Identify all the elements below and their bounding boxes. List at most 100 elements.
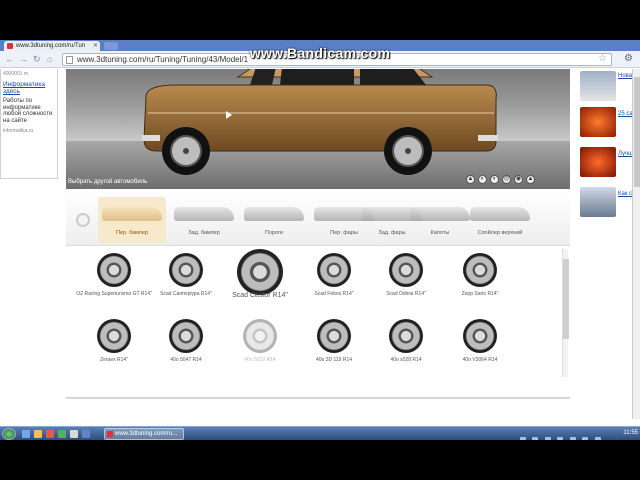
wheel-option-loading[interactable]: 40о 5019 R14 xyxy=(220,319,300,383)
wheel-option[interactable]: Scad Odinia R14" xyxy=(366,253,446,317)
wheel-option[interactable]: 40о V3064 R14 xyxy=(440,319,520,383)
wheel-option[interactable]: 40о 3D 119 R14 xyxy=(294,319,374,383)
wheel-thumbnail xyxy=(317,319,351,353)
car-illustration xyxy=(142,69,498,175)
wheel-label: Scad Febos R14" xyxy=(314,291,354,297)
parts-category-icon[interactable] xyxy=(76,213,90,227)
wheel-label: 40о х028 R14 xyxy=(390,357,422,363)
wheel-label: OZ Racing Superturismo GT R14" xyxy=(76,291,152,297)
chrome-icon[interactable] xyxy=(58,430,66,438)
wheel-option[interactable]: Scad Саппоріура R14" xyxy=(146,253,226,317)
wheel-thumbnail xyxy=(97,319,131,353)
news-thumbnail[interactable] xyxy=(580,107,616,137)
wheel-option[interactable]: 40о 5047 R14 xyxy=(146,319,226,383)
news-thumbnail[interactable] xyxy=(580,147,616,177)
taskbar-browser-task[interactable]: www.3dtuning.com/ru... xyxy=(104,428,184,440)
app-icon[interactable] xyxy=(82,430,90,438)
wheel-label: 40о 5047 R14 xyxy=(170,357,202,363)
wheel-thumbnail xyxy=(389,319,423,353)
wheel-option[interactable]: Zepp Sarts R14" xyxy=(440,253,520,317)
news-link[interactable]: Как с xyxy=(618,191,632,198)
wheel-thumbnail xyxy=(317,253,351,287)
ad-text: Работы по информатике любой сложности на… xyxy=(3,98,53,124)
part-rear-bumper[interactable]: Зад. бампер xyxy=(170,197,238,243)
news-link[interactable]: Лучш xyxy=(618,151,633,158)
task-title: www.3dtuning.com/ru... xyxy=(115,431,178,437)
news-thumbnail[interactable] xyxy=(580,71,616,101)
wheel-thumbnail xyxy=(463,253,497,287)
wheel-label: Scad Odinia R14" xyxy=(386,291,426,297)
start-button[interactable] xyxy=(2,428,16,440)
site-favicon-icon xyxy=(107,431,113,437)
view-control-button[interactable]: ◐ xyxy=(490,175,499,184)
view-control-button[interactable]: ▲ xyxy=(466,175,475,184)
view-control-button[interactable]: ▲ xyxy=(526,175,535,184)
explorer-icon[interactable] xyxy=(34,430,42,438)
wheel-label: Scad Castor R14" xyxy=(232,292,288,299)
left-ad-block: 4000001 m Информатика здесь Работы по ин… xyxy=(0,69,58,179)
part-label: Пер. бампер xyxy=(115,230,149,236)
view-control-button[interactable]: ◐ xyxy=(478,175,487,184)
windows-taskbar: www.3dtuning.com/ru... 11:55 xyxy=(0,426,640,440)
part-thumbnail xyxy=(410,207,470,221)
wheel-label: 40о V3064 R14 xyxy=(462,357,498,363)
wheel-label: Scad Саппоріура R14" xyxy=(160,291,212,297)
wheel-option[interactable]: Scad Febos R14" xyxy=(294,253,374,317)
part-label: Пороги xyxy=(264,230,284,236)
wheel-option[interactable]: Zeraex R14" xyxy=(74,319,154,383)
scrollbar-thumb[interactable] xyxy=(634,77,640,187)
wheel-thumbnail xyxy=(243,319,277,353)
choose-other-car-link[interactable]: Выбрать другой автомобиль xyxy=(68,179,147,185)
view-control-button[interactable]: ◉ xyxy=(514,175,523,184)
parts-selector-strip: Пер. бампер Зад. бампер Пороги Пер. фары… xyxy=(66,191,570,246)
part-hoods[interactable]: Капоты xyxy=(406,197,474,243)
part-top-spoiler[interactable]: Спойлер верхний xyxy=(466,197,534,243)
app-icon[interactable] xyxy=(70,430,78,438)
part-thumbnail xyxy=(102,207,162,221)
content-bottom-divider xyxy=(66,397,570,407)
right-news-column: Нова 25 са Лучш Как с xyxy=(578,69,640,419)
wheel-thumbnail xyxy=(463,319,497,353)
part-front-bumper[interactable]: Пер. бампер xyxy=(98,197,166,243)
counter-text: 4000001 m xyxy=(3,71,29,77)
wheel-catalog: OZ Racing Superturismo GT R14" Scad Сапп… xyxy=(66,249,570,399)
part-label: Спойлер верхний xyxy=(477,230,523,236)
news-link[interactable]: 25 са xyxy=(618,111,633,118)
part-thumbnail xyxy=(174,207,234,221)
system-tray xyxy=(520,430,630,440)
wheel-option[interactable]: 40о х028 R14 xyxy=(366,319,446,383)
wheel-label: Zeraex R14" xyxy=(100,357,128,363)
letterbox-bottom xyxy=(0,440,640,480)
wheel-option-selected[interactable]: Scad Castor R14" xyxy=(220,249,300,313)
ad-domain: informatika.ru xyxy=(3,128,34,134)
ie-icon[interactable] xyxy=(22,430,30,438)
wheel-label: 40о 3D 119 R14 xyxy=(315,357,353,363)
car-3d-stage[interactable]: Выбрать другой автомобиль ▲ ◐ ◐ ◎ ◉ ▲ xyxy=(66,69,570,189)
part-thumbnail xyxy=(470,207,530,221)
clock[interactable]: 11:55 xyxy=(623,430,638,436)
wheel-thumbnail xyxy=(97,253,131,287)
wheel-list-scrollbar[interactable] xyxy=(562,249,569,377)
wheel-thumbnail xyxy=(169,319,203,353)
wheel-thumbnail xyxy=(169,253,203,287)
browser-window: www.3dtuning.com/ru/Tun ✕ ← → ↻ ⌂ www.3d… xyxy=(0,40,640,440)
news-link[interactable]: Нова xyxy=(618,73,632,80)
wheel-thumbnail xyxy=(389,253,423,287)
part-thumbnail xyxy=(244,207,304,221)
ad-link[interactable]: Информатика здесь xyxy=(1,79,57,95)
news-thumbnail[interactable] xyxy=(580,187,616,217)
wheel-label: Zepp Sarts R14" xyxy=(461,291,499,297)
wheel-thumbnail xyxy=(237,249,283,295)
letterbox-top xyxy=(0,0,640,40)
view-control-button[interactable]: ◎ xyxy=(502,175,511,184)
scrollbar-thumb[interactable] xyxy=(563,259,569,339)
part-label: Зад. бампер xyxy=(188,230,220,236)
part-label: Капоты xyxy=(430,230,450,236)
wheel-label: 40о 5019 R14 xyxy=(244,357,276,363)
part-side-skirts[interactable]: Пороги xyxy=(240,197,308,243)
wheel-option[interactable]: OZ Racing Superturismo GT R14" xyxy=(74,253,154,317)
media-icon[interactable] xyxy=(46,430,54,438)
page-scrollbar[interactable] xyxy=(632,69,640,419)
bandicam-watermark: www.Bandicam.com xyxy=(249,45,391,61)
web-page: 4000001 m Информатика здесь Работы по ин… xyxy=(0,69,640,419)
